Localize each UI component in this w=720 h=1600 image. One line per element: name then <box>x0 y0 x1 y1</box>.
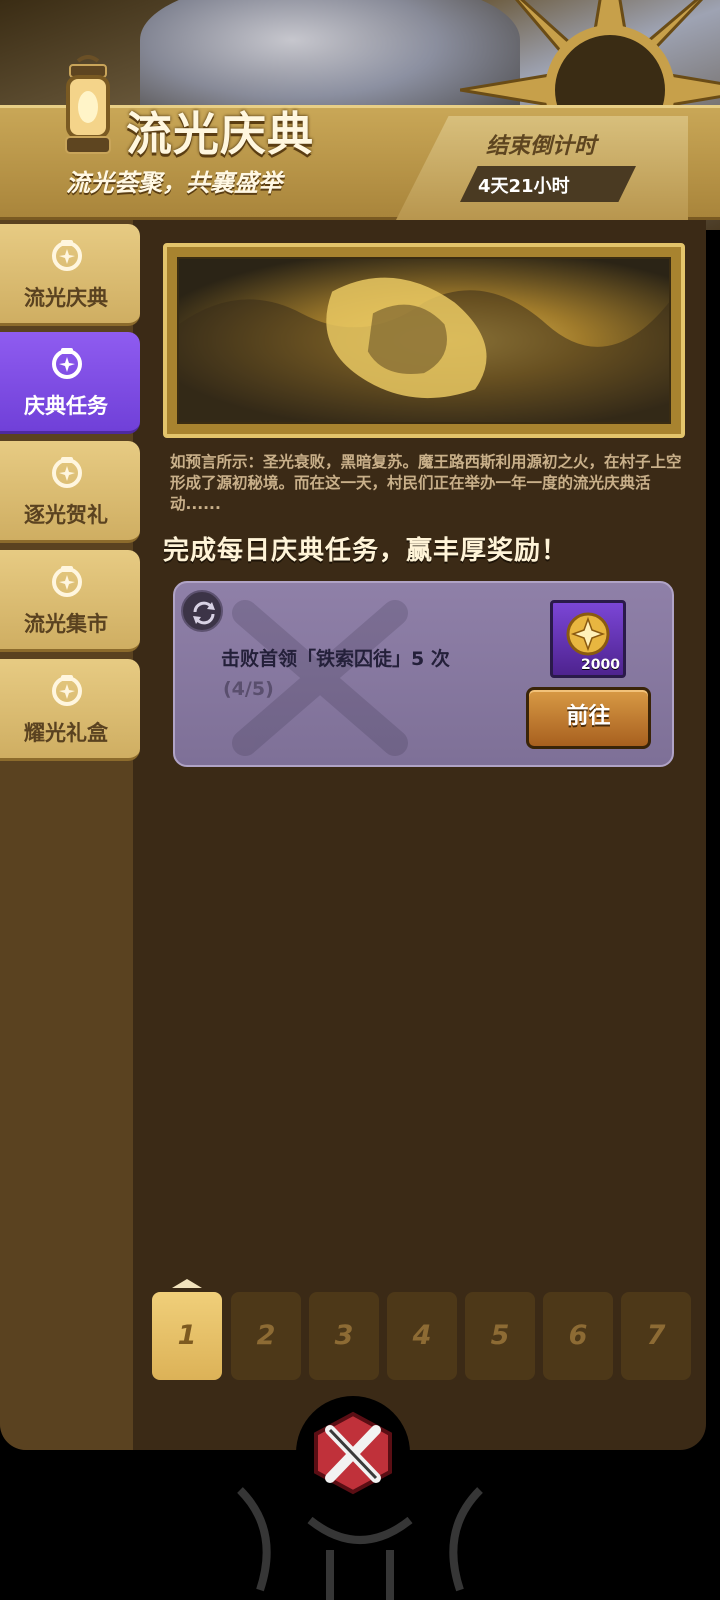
reward-amount: 2000 <box>581 657 620 673</box>
sidebar-item-label: 逐光贺礼 <box>24 503 108 527</box>
gold-star-coin-icon <box>566 612 610 656</box>
go-button[interactable]: 前往 <box>526 687 651 749</box>
sidebar-item-zhuguang-heli[interactable]: 逐光贺礼 <box>0 441 140 543</box>
task-title: 击败首领「铁索囚徒」5 次 <box>221 648 450 670</box>
sidebar-item-label: 耀光礼盒 <box>24 721 108 745</box>
sidebar-item-label: 庆典任务 <box>24 394 108 418</box>
refresh-icon[interactable] <box>181 590 223 632</box>
lantern-badge-icon <box>52 675 82 706</box>
sidebar-item-liuguang-jishi[interactable]: 流光集市 <box>0 550 140 652</box>
sidebar-item-label: 流光庆典 <box>24 286 108 310</box>
lantern-badge-icon <box>52 566 82 597</box>
task-progress: (4/5) <box>223 678 274 700</box>
sidebar-item-qingdian-renwu[interactable]: 庆典任务 <box>0 332 140 434</box>
sidebar-item-label: 流光集市 <box>24 612 108 636</box>
page-button-6[interactable]: 6 <box>543 1292 613 1380</box>
page-button-2[interactable]: 2 <box>231 1292 301 1380</box>
countdown-label: 结束倒计时 <box>486 134 597 159</box>
close-icon <box>314 1411 392 1495</box>
event-artwork-frame <box>163 243 685 438</box>
page-button-5[interactable]: 5 <box>465 1292 535 1380</box>
lantern-badge-icon <box>52 348 82 379</box>
page-button-1[interactable]: 1 <box>152 1292 222 1380</box>
countdown-value: 4天21小时 <box>478 176 570 197</box>
close-button[interactable] <box>296 1396 410 1510</box>
reward-item[interactable]: 2000 <box>550 600 626 678</box>
event-story-text: 如预言所示：圣光衰败，黑暗复苏。魔王路西斯利用源初之火，在村子上空形成了源初秘境… <box>170 453 682 513</box>
sidebar-item-liuguang-qingdian[interactable]: 流光庆典 <box>0 224 140 326</box>
lantern-badge-icon <box>52 457 82 488</box>
event-artwork <box>177 257 671 424</box>
page-button-4[interactable]: 4 <box>387 1292 457 1380</box>
page-button-3[interactable]: 3 <box>309 1292 379 1380</box>
lantern-icon <box>65 55 111 154</box>
task-section-heading: 完成每日庆典任务，赢丰厚奖励！ <box>163 536 569 566</box>
page-title: 流光庆典 <box>126 107 314 161</box>
flame-creature-illustration <box>179 277 669 422</box>
page-indicator-arrow <box>172 1279 202 1288</box>
page-button-7[interactable]: 7 <box>621 1292 691 1380</box>
page-subtitle: 流光荟聚，共襄盛举 <box>66 169 282 197</box>
lantern-badge-icon <box>52 240 82 271</box>
sidebar-item-yaoguang-lihe[interactable]: 耀光礼盒 <box>0 659 140 761</box>
